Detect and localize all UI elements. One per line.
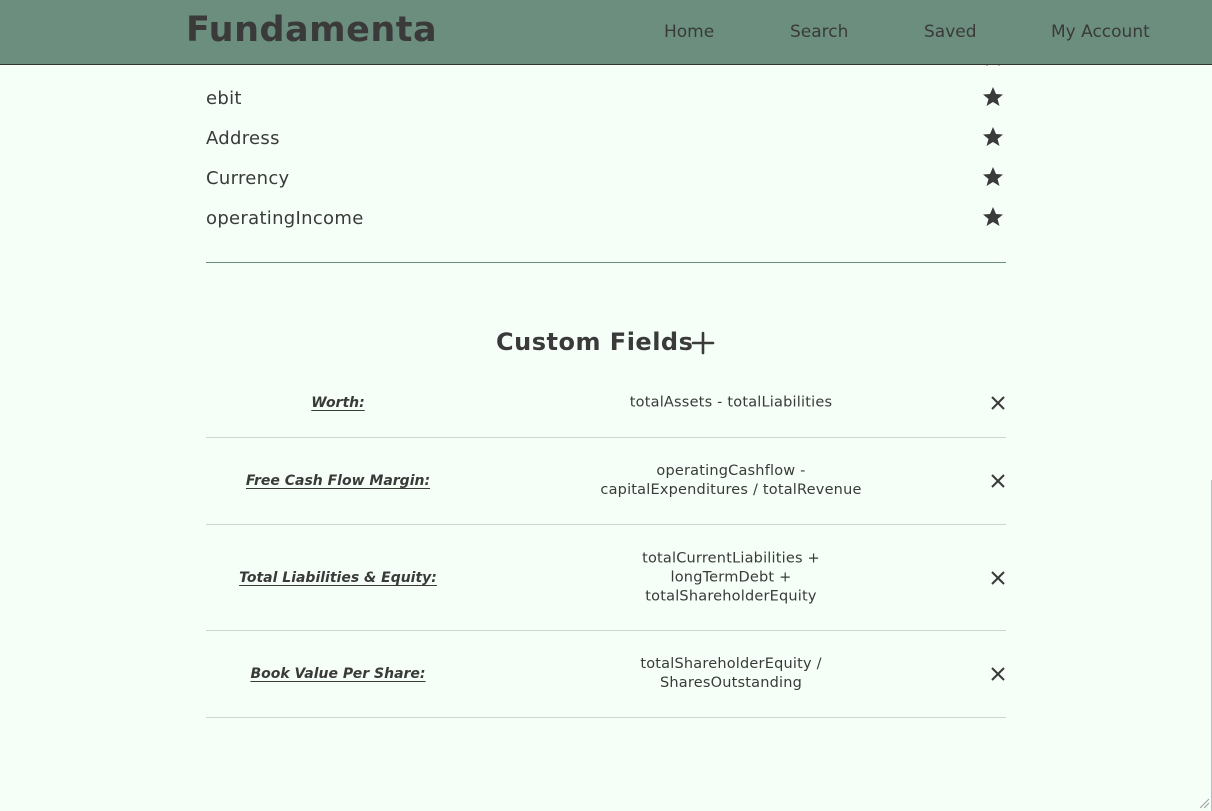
- custom-field-formula: operatingCashflow - capitalExpenditures …: [600, 463, 862, 498]
- saved-field-row: operatingIncome: [206, 206, 1006, 238]
- saved-field-label: Address: [206, 128, 280, 149]
- resize-grip-icon[interactable]: [1198, 797, 1210, 809]
- custom-fields-title: Custom Fields: [496, 328, 694, 356]
- row-divider: [206, 630, 1006, 631]
- plus-icon[interactable]: [690, 330, 716, 356]
- custom-field-name[interactable]: Total Liabilities & Equity:: [206, 570, 470, 586]
- star-icon[interactable]: [982, 166, 1004, 188]
- nav-search[interactable]: Search: [790, 22, 848, 42]
- saved-field-label: ebit: [206, 88, 242, 109]
- top-navbar: Fundamenta Home Search Saved My Account: [0, 0, 1212, 65]
- saved-field-row: Currency: [206, 166, 1006, 198]
- custom-field-formula: totalShareholderEquity / SharesOutstandi…: [640, 656, 822, 691]
- custom-field-formula: totalAssets - totalLiabilities: [629, 394, 833, 411]
- saved-field-row: Address: [206, 126, 1006, 158]
- star-icon[interactable]: [982, 206, 1004, 228]
- close-icon[interactable]: [990, 473, 1006, 489]
- close-icon[interactable]: [990, 570, 1006, 586]
- custom-field-name[interactable]: Free Cash Flow Margin:: [206, 473, 470, 489]
- section-divider: [206, 262, 1006, 263]
- saved-field-row: ebit: [206, 86, 1006, 118]
- row-divider: [206, 717, 1006, 718]
- custom-field-formula: totalCurrentLiabilities + longTermDebt +…: [642, 550, 820, 605]
- close-icon[interactable]: [990, 395, 1006, 411]
- custom-field-name[interactable]: Worth:: [206, 395, 470, 411]
- nav-saved[interactable]: Saved: [924, 22, 977, 42]
- app-logo[interactable]: Fundamenta: [186, 10, 437, 50]
- row-divider: [206, 437, 1006, 438]
- star-icon[interactable]: [982, 126, 1004, 148]
- custom-field-name[interactable]: Book Value Per Share:: [206, 666, 470, 682]
- nav-home[interactable]: Home: [664, 22, 714, 42]
- nav-my-account[interactable]: My Account: [1051, 22, 1150, 42]
- row-divider: [206, 524, 1006, 525]
- saved-field-label: operatingIncome: [206, 208, 364, 229]
- star-icon[interactable]: [982, 86, 1004, 108]
- close-icon[interactable]: [990, 666, 1006, 682]
- page-content: ebit Address Currency operatingIncome Cu…: [0, 0, 1212, 811]
- saved-field-label: Currency: [206, 168, 290, 189]
